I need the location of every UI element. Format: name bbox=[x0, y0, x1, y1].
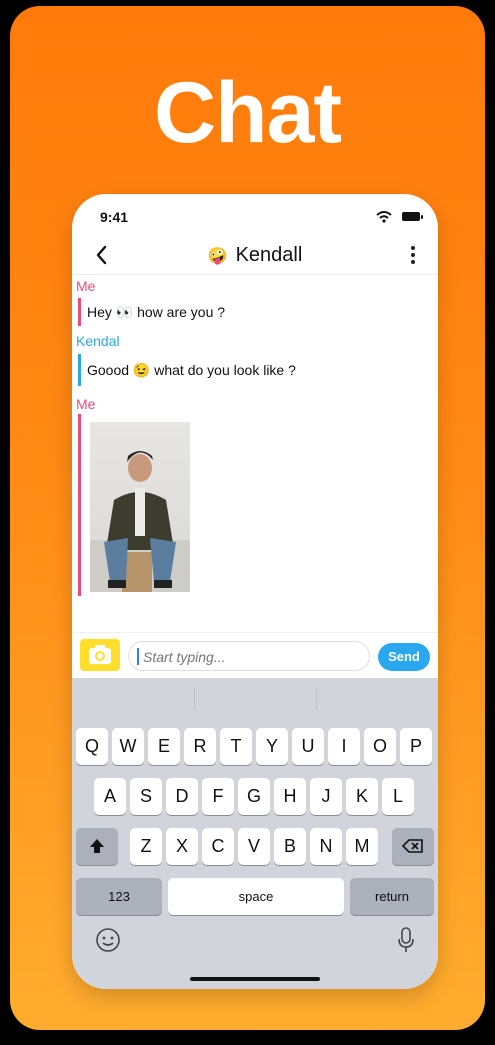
message-sender: Me bbox=[76, 278, 96, 294]
key[interactable]: A bbox=[94, 778, 126, 815]
contact-title[interactable]: 🤪 Kendall bbox=[72, 244, 438, 267]
key[interactable]: C bbox=[202, 828, 234, 865]
key[interactable]: B bbox=[274, 828, 306, 865]
key[interactable]: F bbox=[202, 778, 234, 815]
status-bar: 9:41 bbox=[72, 194, 438, 238]
key[interactable]: Y bbox=[256, 728, 288, 765]
key[interactable]: M bbox=[346, 828, 378, 865]
backspace-icon bbox=[401, 839, 423, 853]
composer-bar: Send bbox=[72, 632, 438, 673]
key[interactable]: O bbox=[364, 728, 396, 765]
backspace-key[interactable] bbox=[392, 828, 434, 865]
send-button[interactable]: Send bbox=[378, 643, 430, 671]
text-caret bbox=[137, 648, 139, 665]
key[interactable]: J bbox=[310, 778, 342, 815]
key[interactable]: E bbox=[148, 728, 180, 765]
contact-name: Kendall bbox=[235, 244, 303, 266]
message-sender: Kendal bbox=[76, 333, 120, 349]
key[interactable]: N bbox=[310, 828, 342, 865]
shift-key[interactable] bbox=[76, 828, 118, 865]
contact-avatar: 🤪 bbox=[207, 248, 228, 265]
return-key[interactable]: return bbox=[350, 878, 434, 915]
key[interactable]: X bbox=[166, 828, 198, 865]
message-input[interactable] bbox=[141, 646, 363, 668]
key[interactable]: P bbox=[400, 728, 432, 765]
key[interactable]: H bbox=[274, 778, 306, 815]
key[interactable]: D bbox=[166, 778, 198, 815]
shift-icon bbox=[90, 839, 104, 853]
camera-icon bbox=[89, 645, 111, 664]
photo-message[interactable] bbox=[78, 414, 190, 596]
shared-photo[interactable] bbox=[90, 422, 190, 592]
space-key[interactable]: space bbox=[168, 878, 344, 915]
key[interactable]: U bbox=[292, 728, 324, 765]
key[interactable]: Q bbox=[76, 728, 108, 765]
keyboard: Q W E R T Y U I O P A S D F G H J K L Z … bbox=[72, 678, 438, 989]
key[interactable]: Z bbox=[130, 828, 162, 865]
message-bubble: Goood 😉 what do you look like ? bbox=[78, 354, 296, 386]
microphone-icon[interactable] bbox=[396, 926, 416, 959]
wifi-icon bbox=[376, 210, 392, 228]
key[interactable]: K bbox=[346, 778, 378, 815]
promo-headline: Chat bbox=[153, 65, 342, 161]
key[interactable]: R bbox=[184, 728, 216, 765]
message-sender: Me bbox=[76, 396, 96, 412]
home-indicator bbox=[190, 977, 320, 981]
message-input-field[interactable] bbox=[128, 641, 370, 671]
status-time: 9:41 bbox=[100, 209, 129, 225]
numbers-key[interactable]: 123 bbox=[76, 878, 162, 915]
suggestion-bar bbox=[72, 678, 438, 718]
message-list: Me Hey 👀 how are you ? Kendal Goood 😉 wh… bbox=[72, 276, 438, 632]
promo-card: Chat 9:41 🤪 Kendall Me Hey 👀 how are you… bbox=[10, 6, 485, 1030]
key[interactable]: S bbox=[130, 778, 162, 815]
battery-icon bbox=[402, 212, 423, 221]
camera-button[interactable] bbox=[80, 639, 120, 671]
key[interactable]: L bbox=[382, 778, 414, 815]
key[interactable]: T bbox=[220, 728, 252, 765]
key[interactable]: V bbox=[238, 828, 270, 865]
more-options-icon[interactable] bbox=[410, 246, 416, 266]
key[interactable]: W bbox=[112, 728, 144, 765]
emoji-icon[interactable] bbox=[94, 926, 122, 959]
key[interactable]: I bbox=[328, 728, 360, 765]
phone-screen: 9:41 🤪 Kendall Me Hey 👀 how are you ? Ke… bbox=[72, 194, 438, 989]
key[interactable]: G bbox=[238, 778, 270, 815]
chat-header: 🤪 Kendall bbox=[72, 238, 438, 275]
message-bubble: Hey 👀 how are you ? bbox=[78, 298, 225, 326]
